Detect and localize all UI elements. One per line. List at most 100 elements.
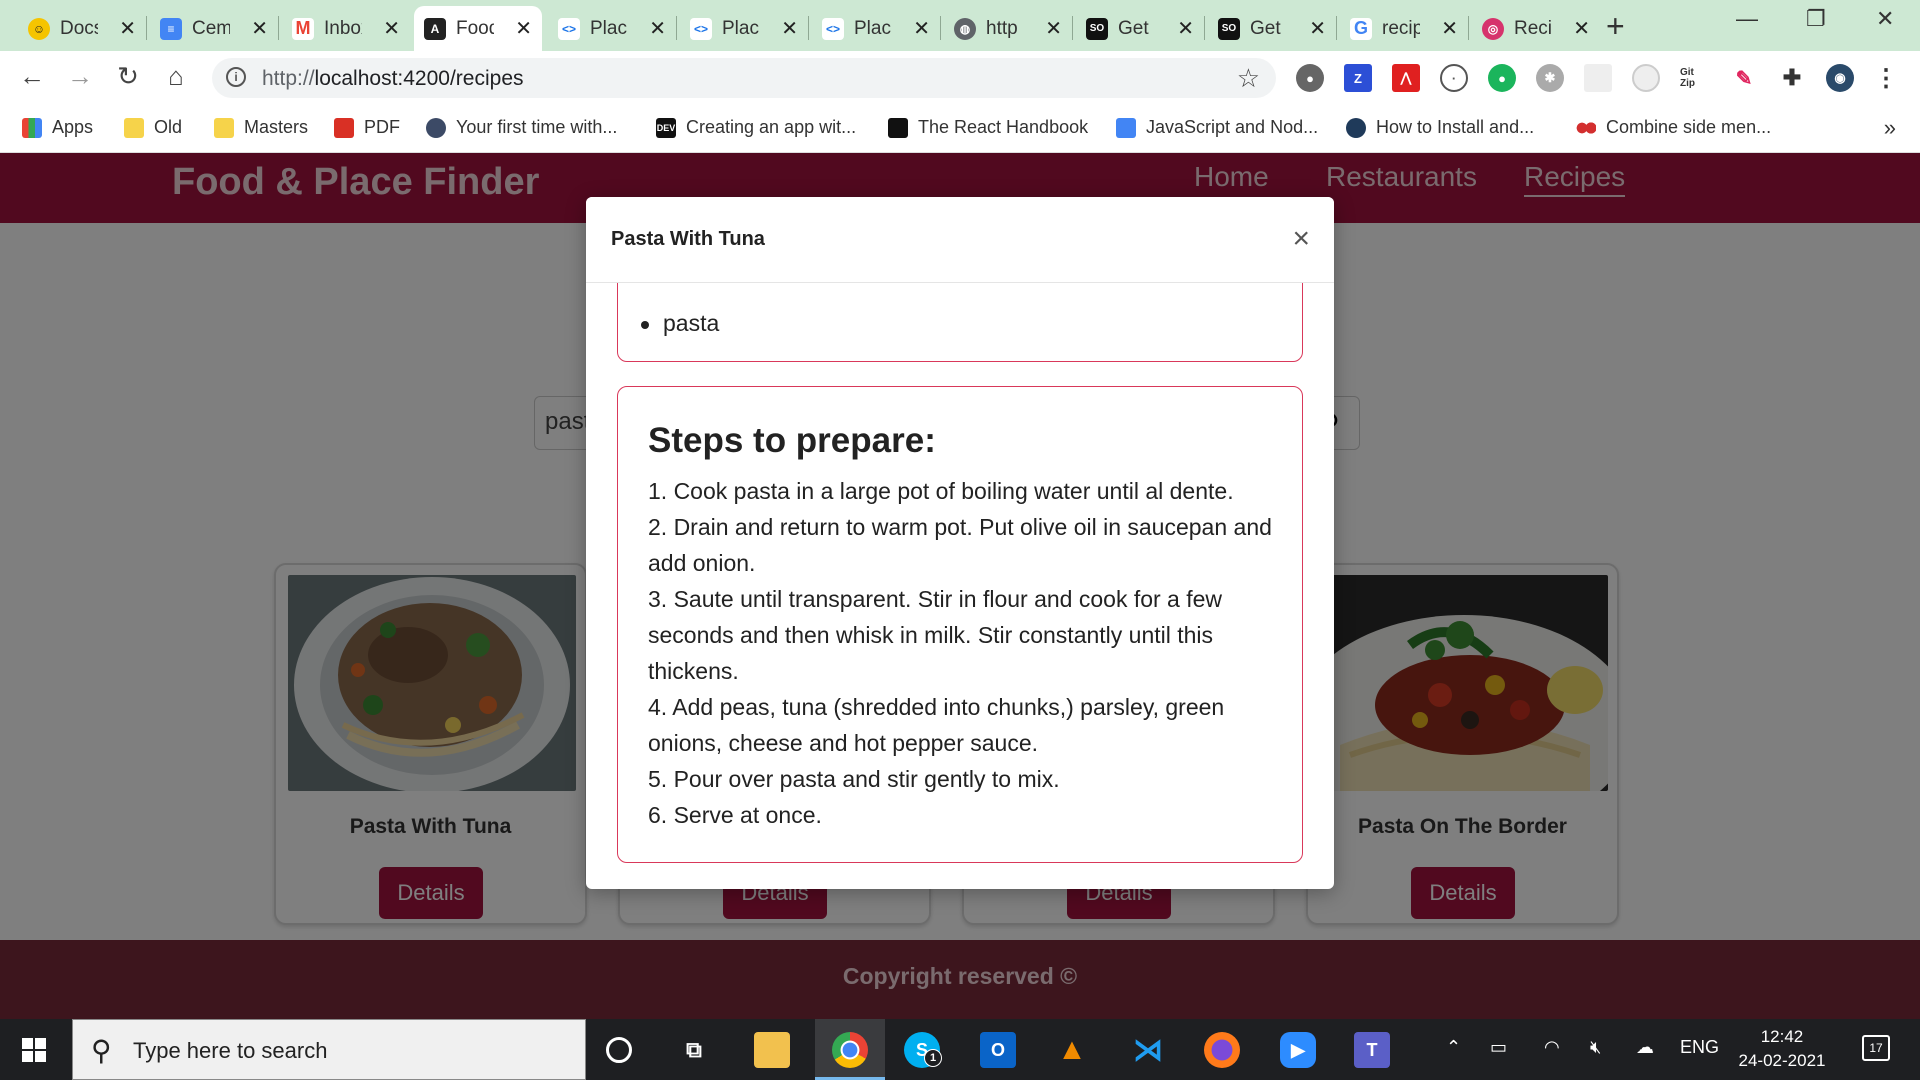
new-tab-plus-icon[interactable]: +	[1606, 8, 1625, 45]
extension-gear-icon[interactable]: ✱	[1536, 64, 1564, 92]
bookmark-item[interactable]: JavaScript and Nod...	[1116, 117, 1318, 138]
dribbble-icon: ◎	[1482, 17, 1504, 40]
browser-tab[interactable]: <> Plac ✕	[548, 6, 676, 51]
apps-grid-icon	[22, 117, 42, 138]
browser-tab[interactable]: ◎ Reci ✕	[1472, 6, 1600, 51]
close-icon[interactable]: ✕	[913, 16, 930, 41]
tab-separator	[1468, 16, 1469, 40]
window-close-icon[interactable]: ✕	[1876, 6, 1894, 32]
close-icon[interactable]: ✕	[515, 16, 532, 41]
grammarly-icon[interactable]: ●	[1488, 64, 1516, 92]
close-icon[interactable]: ✕	[383, 16, 400, 41]
close-icon[interactable]: ×	[1292, 224, 1310, 254]
firefox-icon[interactable]	[1204, 1032, 1240, 1068]
minimize-icon[interactable]: —	[1736, 6, 1758, 32]
extension-target-icon[interactable]	[1632, 64, 1660, 92]
bookmark-star-icon[interactable]: ☆	[1237, 63, 1260, 94]
close-icon[interactable]: ✕	[781, 16, 798, 41]
dev-icon: DEV	[656, 117, 676, 138]
back-arrow-icon[interactable]: ←	[16, 61, 48, 92]
browser-tab[interactable]: ◍ http ✕	[944, 6, 1072, 51]
tab-title: Inbox	[324, 17, 362, 39]
bookmark-label: PDF	[364, 117, 400, 137]
site-info-icon[interactable]: i	[226, 67, 246, 87]
restore-icon[interactable]: ❐	[1806, 6, 1826, 32]
mute-icon[interactable]: 🔇︎	[1590, 1037, 1601, 1058]
onedrive-cloud-icon[interactable]: ☁	[1636, 1037, 1654, 1058]
close-icon[interactable]: ✕	[1177, 16, 1194, 41]
home-icon[interactable]: ⌂	[160, 61, 192, 92]
taskbar-search-box[interactable]: ⚲ Type here to search	[72, 1019, 586, 1080]
puzzle-extensions-icon[interactable]: ✚	[1778, 64, 1806, 92]
close-icon[interactable]: ✕	[251, 16, 268, 41]
chevron-up-icon[interactable]: ⌃	[1446, 1037, 1461, 1058]
vscode-icon[interactable]: ⋊	[1130, 1032, 1166, 1068]
steps-box: Steps to prepare: 1. Cook pasta in a lar…	[617, 386, 1303, 863]
bookmark-item[interactable]: Your first time with...	[426, 117, 617, 138]
step-item: 5. Pour over pasta and stir gently to mi…	[648, 766, 1060, 792]
browser-tab[interactable]: <> Plac ✕	[812, 6, 940, 51]
battery-icon[interactable]: ▭	[1490, 1037, 1507, 1058]
forward-arrow-icon[interactable]: →	[64, 61, 96, 92]
browser-tab[interactable]: SO Get ✕	[1076, 6, 1204, 51]
zotero-icon[interactable]: Z	[1344, 64, 1372, 92]
bookmark-item[interactable]: The React Handbook	[888, 117, 1088, 138]
code-icon: <>	[690, 17, 712, 40]
chrome-icon[interactable]	[832, 1032, 868, 1068]
gitzip-icon[interactable]: Git Zip	[1680, 64, 1708, 92]
bookmark-item[interactable]: Masters	[214, 117, 308, 138]
more-vert-icon[interactable]: ⋮	[1872, 64, 1900, 92]
tab-title: Plac	[854, 17, 891, 39]
browser-tab[interactable]: SO Get ✕	[1208, 6, 1336, 51]
language-indicator[interactable]: ENG	[1680, 1037, 1719, 1058]
cortana-icon[interactable]	[606, 1037, 632, 1063]
close-icon[interactable]: ✕	[1309, 16, 1326, 41]
zoom-icon[interactable]: ▶	[1280, 1032, 1316, 1068]
extension-blank-icon[interactable]	[1584, 64, 1612, 92]
bookmark-item[interactable]: How to Install and...	[1346, 117, 1534, 138]
wifi-icon[interactable]: ◠	[1544, 1037, 1560, 1058]
extension-code-icon[interactable]: ·	[1440, 64, 1468, 92]
url-text[interactable]: http://localhost:4200/recipes	[262, 67, 524, 91]
file-explorer-icon[interactable]	[754, 1032, 790, 1068]
close-icon[interactable]: ✕	[649, 16, 666, 41]
bookmark-item[interactable]: Apps	[22, 117, 93, 138]
close-icon[interactable]: ✕	[119, 16, 136, 41]
browser-tab[interactable]: ☺ Docs ✕	[18, 6, 146, 51]
bookmark-label: How to Install and...	[1376, 117, 1535, 137]
dots-icon	[1576, 117, 1596, 138]
bookmark-item[interactable]: PDF	[334, 117, 400, 138]
close-icon[interactable]: ✕	[1045, 16, 1062, 41]
browser-tab[interactable]: ≡ Cem ✕	[150, 6, 278, 51]
bookmark-label: Masters	[244, 117, 309, 137]
notification-center-icon[interactable]: 17	[1862, 1035, 1890, 1061]
reload-icon[interactable]: ↻	[112, 61, 144, 92]
close-icon[interactable]: ✕	[1573, 16, 1590, 41]
bookmark-item[interactable]: Old	[124, 117, 182, 138]
close-icon[interactable]: ✕	[1441, 16, 1458, 41]
teams-icon[interactable]: T	[1354, 1032, 1390, 1068]
url-host-path: localhost:4200/recipes	[314, 67, 524, 90]
bookmarks-overflow-icon[interactable]: »	[1884, 115, 1896, 141]
browser-tab[interactable]: M Inbox ✕	[282, 6, 410, 51]
bookmark-item[interactable]: DEV Creating an app wit...	[656, 117, 856, 138]
browser-tab-active[interactable]: A Food ✕	[414, 6, 542, 51]
adobe-pdf-icon[interactable]: ⋀	[1392, 64, 1420, 92]
tab-title: Get	[1250, 17, 1281, 39]
code-icon: <>	[558, 17, 580, 40]
eyedropper-icon[interactable]: ✎	[1730, 64, 1758, 92]
profile-avatar[interactable]: ◉	[1826, 64, 1854, 92]
clock[interactable]: 12:42 24-02-2021	[1732, 1025, 1832, 1073]
task-view-icon[interactable]: ⧉	[676, 1032, 712, 1068]
bookmark-item[interactable]: Combine side men...	[1576, 117, 1771, 138]
extension-circle-icon[interactable]: ●	[1296, 64, 1324, 92]
browser-tab[interactable]: G recip ✕	[1340, 6, 1468, 51]
globe-icon: ◍	[954, 17, 976, 40]
vlc-icon[interactable]: ▲	[1054, 1032, 1090, 1068]
tab-separator	[940, 16, 941, 40]
windows-start-icon[interactable]	[22, 1038, 46, 1062]
address-bar[interactable]: i http://localhost:4200/recipes ☆	[212, 58, 1276, 98]
browser-tab[interactable]: <> Plac ✕	[680, 6, 808, 51]
tab-title: Cem	[192, 17, 230, 39]
outlook-icon[interactable]: O	[980, 1032, 1016, 1068]
